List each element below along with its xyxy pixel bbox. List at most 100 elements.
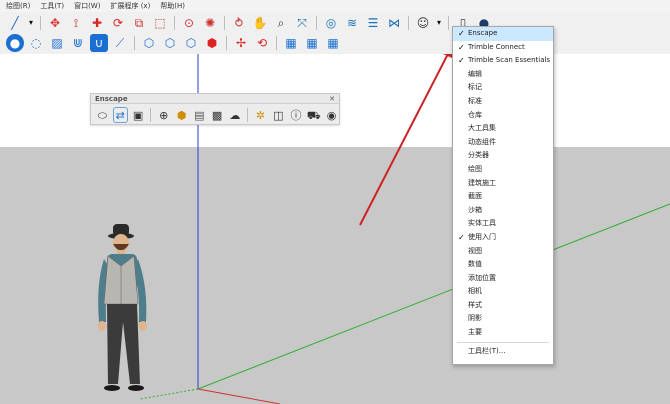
hex-icon-1[interactable]: ⬡ xyxy=(140,34,158,52)
enscape-title-bar[interactable]: Enscape ✕ xyxy=(91,94,339,104)
tape-icon[interactable]: ⟟ xyxy=(67,14,85,32)
eraser-icon[interactable]: ✥ xyxy=(46,14,64,32)
menu-item-label: 阴影 xyxy=(468,314,482,323)
rotate-icon[interactable]: ⟳ xyxy=(109,14,127,32)
menu-item-dynamic-components[interactable]: 动态组件 xyxy=(453,136,553,150)
separator xyxy=(174,16,175,30)
enscape-info-icon[interactable]: ⓘ xyxy=(289,107,304,123)
menu-item-trimble-connect[interactable]: ✓ Trimble Connect xyxy=(453,41,553,55)
menu-item-label: Trimble Scan Essentials xyxy=(468,56,551,65)
menu-tools[interactable]: 工具(T) xyxy=(40,1,64,11)
menu-item-label: 样式 xyxy=(468,300,482,309)
menu-item-add-location[interactable]: 添加位置 xyxy=(453,272,553,286)
menu-item-section[interactable]: 截面 xyxy=(453,190,553,204)
enscape-toolbar[interactable]: Enscape ✕ ⬭ ⇄ ▣ ⊕ ⬢ ▤ ▩ ☁ ✲ ◫ ⓘ ⛟ ◉ xyxy=(90,93,340,125)
node-icon[interactable]: ⟋ xyxy=(111,34,129,52)
hex-icon-2[interactable]: ⬡ xyxy=(161,34,179,52)
stack-icon[interactable]: ☰ xyxy=(364,14,382,32)
menu-help[interactable]: 帮助(H) xyxy=(160,1,185,11)
menu-item-warehouse[interactable]: 仓库 xyxy=(453,109,553,123)
menu-item-classifier[interactable]: 分类器 xyxy=(453,149,553,163)
walk-icon[interactable]: ✺ xyxy=(201,14,219,32)
menu-item-solid-tools[interactable]: 实体工具 xyxy=(453,217,553,231)
menu-item-construction[interactable]: 建筑施工 xyxy=(453,177,553,191)
dropdown-icon[interactable]: ▾ xyxy=(435,14,443,32)
menu-item-standard[interactable]: 标准 xyxy=(453,95,553,109)
enscape-sync-icon[interactable]: ⇄ xyxy=(112,107,128,123)
menu-item-enscape[interactable]: ✓ Enscape xyxy=(453,27,553,41)
check-icon: ✓ xyxy=(458,29,465,38)
hex-icon-3[interactable]: ⬡ xyxy=(182,34,200,52)
enscape-export-icon[interactable]: ◫ xyxy=(271,107,286,123)
menu-item-shadows[interactable]: 阴影 xyxy=(453,312,553,326)
red-move-icon[interactable]: ✢ xyxy=(232,34,250,52)
menu-item-label: Enscape xyxy=(468,29,498,37)
user-circle-icon[interactable]: ☺ xyxy=(414,14,432,32)
hex-icon-4[interactable]: ⬢ xyxy=(203,34,221,52)
orbit-icon[interactable]: ⥁ xyxy=(230,14,248,32)
menu-item-views[interactable]: 视图 xyxy=(453,245,553,259)
grid-icon-3[interactable]: ▦ xyxy=(324,34,342,52)
u-magnet-icon[interactable]: ∪ xyxy=(90,34,108,52)
menu-item-sandbox[interactable]: 沙箱 xyxy=(453,204,553,218)
menu-extensions[interactable]: 扩展程序 (x) xyxy=(110,1,150,11)
enscape-user-icon[interactable]: ◉ xyxy=(324,107,339,123)
zoom-icon[interactable]: ⌕ xyxy=(272,14,290,32)
section-icon[interactable]: ◎ xyxy=(322,14,340,32)
enscape-cloud-icon[interactable]: ☁ xyxy=(227,107,242,123)
offset-icon[interactable]: ⬚ xyxy=(151,14,169,32)
menu-item-styles[interactable]: 样式 xyxy=(453,299,553,313)
menu-window[interactable]: 窗口(W) xyxy=(74,1,100,11)
menu-item-label: 工具栏(T)... xyxy=(468,346,506,355)
enscape-cart-icon[interactable]: ⛟ xyxy=(306,107,321,123)
menu-item-edit[interactable]: 编辑 xyxy=(453,68,553,82)
grid-icon-2[interactable]: ▦ xyxy=(303,34,321,52)
menu-item-label: 分类器 xyxy=(468,151,489,160)
grid-icon-1[interactable]: ▦ xyxy=(282,34,300,52)
enscape-assets-icon[interactable]: ⬢ xyxy=(174,107,189,123)
pan-icon[interactable]: ✋ xyxy=(251,14,269,32)
enscape-materials-icon[interactable]: ▤ xyxy=(192,107,207,123)
enscape-settings-icon[interactable]: ✲ xyxy=(253,107,268,123)
close-icon[interactable]: ✕ xyxy=(329,95,335,103)
menu-item-principal[interactable]: 主要 xyxy=(453,326,553,340)
dropdown-icon[interactable]: ▾ xyxy=(27,14,35,32)
menu-item-label: 数值 xyxy=(468,260,482,269)
menu-divider xyxy=(457,341,549,343)
menu-item-tag[interactable]: 标记 xyxy=(453,81,553,95)
scale-icon[interactable]: ⧉ xyxy=(130,14,148,32)
enscape-plus-icon[interactable]: ⊕ xyxy=(156,107,171,123)
separator xyxy=(408,16,409,30)
toolbar-second: ● ◌ ▨ ⋓ ∪ ⟋ ⬡ ⬡ ⬡ ⬢ ✢ ⟲ ▦ ▦ ▦ xyxy=(0,32,670,54)
enscape-start-icon[interactable]: ⬭ xyxy=(95,107,110,123)
enscape-checker-icon[interactable]: ▩ xyxy=(210,107,225,123)
menu-item-getting-started[interactable]: ✓ 使用入门 xyxy=(453,231,553,245)
menu-item-label: Trimble Connect xyxy=(468,42,525,51)
zoom-extents-icon[interactable]: ⤧ xyxy=(293,14,311,32)
rotate-arrows-icon[interactable]: ⟲ xyxy=(253,34,271,52)
menu-item-toolbars[interactable]: 工具栏(T)... xyxy=(453,345,553,359)
menu-item-drawing[interactable]: 绘图 xyxy=(453,163,553,177)
menu-draw[interactable]: 绘图(R) xyxy=(6,1,30,11)
menu-item-label: 添加位置 xyxy=(468,273,496,282)
paint-icon[interactable]: ▨ xyxy=(48,34,66,52)
enscape-capture-icon[interactable]: ▣ xyxy=(131,107,146,123)
drop-icon[interactable]: ● xyxy=(6,34,24,52)
check-icon: ✓ xyxy=(458,56,465,66)
menu-item-measurements[interactable]: 数值 xyxy=(453,258,553,272)
line-tool-icon[interactable]: ╱ xyxy=(6,14,24,32)
menu-item-label: 绘图 xyxy=(468,164,482,173)
menu-item-large-toolset[interactable]: 大工具集 xyxy=(453,122,553,136)
menu-item-trimble-scan[interactable]: ✓ Trimble Scan Essentials xyxy=(453,54,553,68)
camera-icon[interactable]: ⊙ xyxy=(180,14,198,32)
components-icon[interactable]: ⋈ xyxy=(385,14,403,32)
magnet-icon[interactable]: ⋓ xyxy=(69,34,87,52)
menu-item-label: 大工具集 xyxy=(468,124,496,133)
menu-item-label: 主要 xyxy=(468,328,482,337)
menu-item-label: 沙箱 xyxy=(468,205,482,214)
move-icon[interactable]: ✚ xyxy=(88,14,106,32)
menu-item-camera[interactable]: 相机 xyxy=(453,285,553,299)
layers-icon[interactable]: ≋ xyxy=(343,14,361,32)
menu-item-label: 视图 xyxy=(468,246,482,255)
drop-outline-icon[interactable]: ◌ xyxy=(27,34,45,52)
